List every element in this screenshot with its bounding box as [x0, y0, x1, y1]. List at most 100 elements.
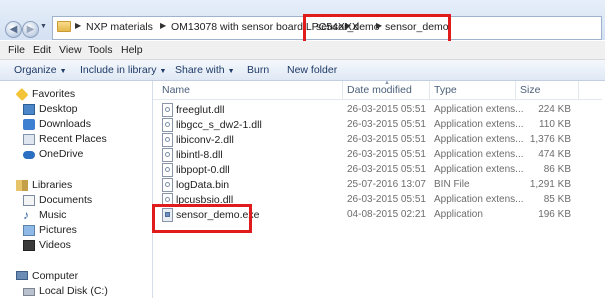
file-size: 85 KB — [543, 194, 571, 205]
recent-pages-dropdown-icon[interactable]: ▼ — [40, 23, 47, 30]
file-date: 26-03-2015 05:51 — [347, 194, 426, 205]
documents-icon — [23, 195, 35, 206]
burn-button[interactable]: Burn — [247, 64, 269, 76]
highlight-box-address — [303, 14, 451, 44]
nav-label: Downloads — [39, 118, 91, 130]
menu-tools[interactable]: Tools — [88, 44, 113, 56]
organize-button[interactable]: Organize ▼ — [14, 64, 67, 76]
share-label: Share with — [175, 64, 225, 76]
file-size: 86 KB — [543, 164, 571, 175]
menu-file[interactable]: File — [8, 44, 25, 56]
file-size: 1,291 KB — [529, 179, 571, 190]
file-date: 25-07-2016 13:07 — [347, 179, 426, 190]
onedrive-icon — [23, 151, 35, 159]
nav-label: Recent Places — [39, 133, 107, 145]
desktop-icon — [23, 104, 35, 115]
file-name: libintl-8.dll — [176, 149, 223, 161]
chevron-right-icon[interactable]: ▶ — [160, 21, 166, 30]
file-row[interactable]: libpopt-0.dll 26-03-2015 05:51 Applicati… — [153, 163, 605, 178]
pictures-icon — [23, 225, 35, 236]
include-label: Include in library — [80, 64, 157, 76]
dll-file-icon — [162, 163, 173, 177]
menu-edit[interactable]: Edit — [33, 44, 51, 56]
bin-file-icon — [162, 178, 173, 192]
menu-bar: File Edit View Tools Help — [0, 41, 605, 60]
star-icon — [15, 87, 29, 102]
file-name: libgcc_s_dw2-1.dll — [176, 119, 262, 131]
file-size: 224 KB — [538, 104, 571, 115]
file-type: Application extens... — [434, 119, 524, 130]
file-size: 196 KB — [538, 209, 571, 220]
menu-help[interactable]: Help — [121, 44, 143, 56]
libraries-icon — [16, 180, 28, 191]
column-header-row: ▲ Name Date modified Type Size — [153, 80, 605, 100]
dropdown-arrow-icon: ▼ — [159, 68, 167, 75]
address-bar: ◀ ▶ ▼ ▶ NXP materials ▶ OM13078 with sen… — [0, 0, 605, 44]
file-date: 26-03-2015 05:51 — [347, 119, 426, 130]
column-header-type[interactable]: Type — [434, 84, 457, 96]
file-name: logData.bin — [176, 179, 230, 191]
file-date: 26-03-2015 05:51 — [347, 149, 426, 160]
nav-label: Videos — [39, 239, 71, 251]
music-icon: ♪ — [23, 208, 29, 222]
file-date: 26-03-2015 05:51 — [347, 104, 426, 115]
file-row[interactable]: libiconv-2.dll 26-03-2015 05:51 Applicat… — [153, 133, 605, 148]
back-button[interactable]: ◀ — [5, 21, 22, 38]
column-header-name[interactable]: Name — [162, 84, 190, 96]
dropdown-arrow-icon: ▼ — [227, 68, 235, 75]
chevron-right-icon[interactable]: ▶ — [75, 21, 81, 30]
recent-places-icon — [23, 134, 35, 145]
file-type: Application extens... — [434, 134, 524, 145]
nav-label: OneDrive — [39, 148, 84, 160]
organize-label: Organize — [14, 64, 57, 76]
file-name: libpopt-0.dll — [176, 164, 230, 176]
new-folder-button[interactable]: New folder — [287, 64, 337, 76]
file-size: 1,376 KB — [529, 134, 571, 145]
forward-button[interactable]: ▶ — [22, 21, 39, 38]
column-header-size[interactable]: Size — [520, 84, 540, 96]
file-type: Application extens... — [434, 149, 524, 160]
column-divider[interactable] — [515, 81, 516, 99]
file-row[interactable]: libintl-8.dll 26-03-2015 05:51 Applicati… — [153, 148, 605, 163]
computer-icon — [16, 271, 28, 280]
file-date: 26-03-2015 05:51 — [347, 164, 426, 175]
downloads-icon — [23, 119, 35, 130]
column-divider[interactable] — [342, 81, 343, 99]
nav-label: Favorites — [32, 88, 76, 100]
file-type: BIN File — [434, 179, 470, 190]
dll-file-icon — [162, 133, 173, 147]
file-type: Application extens... — [434, 104, 524, 115]
menu-view[interactable]: View — [59, 44, 82, 56]
navigation-pane: Favorites Desktop Downloads Recent Place… — [0, 81, 153, 298]
file-date: 04-08-2015 02:21 — [347, 209, 426, 220]
column-header-date-modified[interactable]: Date modified — [347, 84, 412, 96]
share-with-button[interactable]: Share with ▼ — [175, 64, 235, 76]
file-size: 110 KB — [538, 119, 571, 130]
dll-file-icon — [162, 103, 173, 117]
include-in-library-button[interactable]: Include in library ▼ — [80, 64, 166, 76]
file-row[interactable]: freeglut.dll 26-03-2015 05:51 Applicatio… — [153, 103, 605, 118]
nav-label: Desktop — [39, 103, 78, 115]
nav-label: Documents — [39, 194, 93, 206]
videos-icon — [23, 240, 35, 251]
file-row[interactable]: libgcc_s_dw2-1.dll 26-03-2015 05:51 Appl… — [153, 118, 605, 133]
file-row[interactable]: logData.bin 25-07-2016 13:07 BIN File 1,… — [153, 178, 605, 193]
file-type: Application extens... — [434, 194, 524, 205]
breadcrumb-item-nxp-materials[interactable]: NXP materials — [86, 21, 153, 33]
file-type: Application — [434, 209, 483, 220]
file-size: 474 KB — [538, 149, 571, 160]
dll-file-icon — [162, 118, 173, 132]
column-divider[interactable] — [429, 81, 430, 99]
nav-label: Libraries — [32, 179, 73, 191]
column-divider[interactable] — [578, 81, 579, 99]
nav-label: Computer — [32, 270, 79, 282]
highlight-box-exe — [152, 204, 252, 233]
command-bar: Organize ▼ Include in library ▼ Share with… — [0, 60, 605, 81]
nav-label: Music — [39, 209, 67, 221]
file-name: freeglut.dll — [176, 104, 225, 116]
file-type: Application extens... — [434, 164, 524, 175]
dropdown-arrow-icon: ▼ — [59, 68, 67, 75]
dll-file-icon — [162, 148, 173, 162]
file-date: 26-03-2015 05:51 — [347, 134, 426, 145]
disk-drive-icon — [23, 288, 35, 296]
